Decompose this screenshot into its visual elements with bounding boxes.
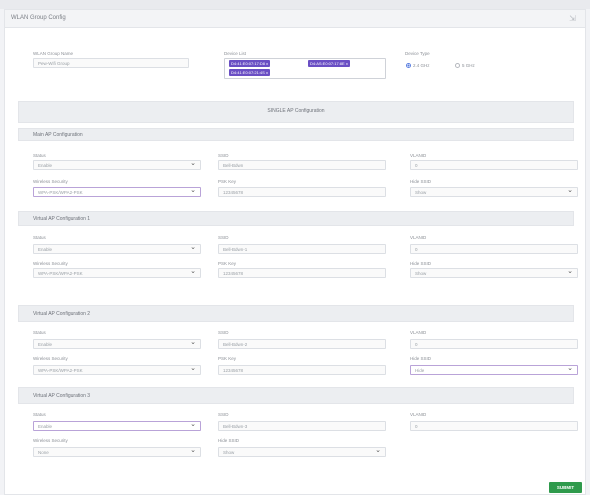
security-label: Wireless Security	[33, 438, 68, 443]
security-select[interactable]: WPA-PSK/WPA2-PSK	[33, 365, 201, 375]
radio-2-4ghz[interactable]	[406, 63, 411, 68]
group-name-input[interactable]: Pew-Wifi Group	[33, 58, 189, 68]
vlan-label: VLANID	[410, 153, 427, 158]
ssid-label: SSID	[218, 412, 229, 417]
hide-ssid-select[interactable]: Show	[218, 447, 386, 457]
hide-ssid-label: Hide SSID	[410, 261, 432, 266]
psk-label: PSK Key	[218, 356, 237, 361]
security-label: Wireless Security	[33, 261, 68, 266]
ssid-label: SSID	[218, 235, 229, 240]
security-select[interactable]: WPA-PSK/WPA2-PSK	[33, 268, 201, 278]
remove-chip-icon[interactable]: x	[266, 61, 268, 66]
status-label: Status	[33, 153, 46, 158]
ssid-label: SSID	[218, 153, 229, 158]
virtual-ap-1-band	[18, 211, 574, 226]
top-bar	[0, 0, 590, 9]
psk-label: PSK Key	[218, 179, 237, 184]
hide-ssid-label: Hide SSID	[218, 438, 240, 443]
security-select[interactable]: None	[33, 447, 201, 457]
vlan-label: VLANID	[410, 330, 427, 335]
single-ap-title: SINGLE AP Configuration	[267, 108, 325, 114]
hide-ssid-select[interactable]: Show	[410, 187, 578, 197]
submit-button[interactable]: SUBMIT	[549, 482, 582, 493]
virtual-ap-2-title: Virtual AP Configuration 2	[33, 311, 91, 317]
vlan-input[interactable]: 0	[410, 160, 578, 170]
vlan-label: VLANID	[410, 412, 427, 417]
main-ap-title: Main AP Configuration	[33, 132, 83, 138]
virtual-ap-3-band	[18, 387, 574, 404]
device-list-label: Device List	[224, 51, 247, 56]
status-label: Status	[33, 235, 46, 240]
hide-ssid-select[interactable]: Hide	[410, 365, 578, 375]
hide-ssid-label: Hide SSID	[410, 179, 432, 184]
group-name-label: WLAN Group Name	[33, 51, 74, 56]
ssid-input[interactable]: Bell-Bdwn-1	[218, 244, 386, 254]
vlan-input[interactable]: 0	[410, 339, 578, 349]
vlan-input[interactable]: 0	[410, 244, 578, 254]
radio-5ghz[interactable]	[455, 63, 460, 68]
security-label: Wireless Security	[33, 179, 68, 184]
security-select[interactable]: WPA-PSK/WPA2-PSK	[33, 187, 201, 197]
status-select[interactable]: Enable	[33, 421, 201, 431]
status-select[interactable]: Enable	[33, 339, 201, 349]
remove-chip-icon[interactable]: x	[346, 61, 348, 66]
ssid-input[interactable]: Bell-Bdwn	[218, 160, 386, 170]
hide-ssid-label: Hide SSID	[410, 356, 432, 361]
status-label: Status	[33, 412, 46, 417]
status-select[interactable]: Enable	[33, 160, 201, 170]
psk-input[interactable]: 12345678	[218, 187, 386, 197]
device-chip[interactable]: D4:41:E0:07:21:4S x	[229, 69, 270, 76]
page-title: WLAN Group Config	[11, 15, 66, 21]
virtual-ap-3-title: Virtual AP Configuration 3	[33, 393, 91, 399]
vlan-label: VLANID	[410, 235, 427, 240]
virtual-ap-1-title: Virtual AP Configuration 1	[33, 216, 91, 222]
device-chip[interactable]: D4:AS:E0:07:17:8E x	[308, 60, 350, 67]
remove-chip-icon[interactable]: x	[266, 70, 268, 75]
ssid-input[interactable]: Bell-Bdwn-3	[218, 421, 386, 431]
panel-header: WLAN Group Config ⇲	[5, 10, 585, 28]
device-chip[interactable]: D4:41:E0:07:17:D8 x	[229, 60, 271, 67]
status-label: Status	[33, 330, 46, 335]
main-ap-band	[18, 128, 574, 141]
psk-input[interactable]: 12345678	[218, 365, 386, 375]
security-label: Wireless Security	[33, 356, 68, 361]
psk-input[interactable]: 12345678	[218, 268, 386, 278]
radio-2-4ghz-label: 2.4 GHz	[413, 63, 430, 68]
ssid-input[interactable]: Bell-Bdwn-2	[218, 339, 386, 349]
vlan-input[interactable]: 0	[410, 421, 578, 431]
hide-ssid-select[interactable]: Show	[410, 268, 578, 278]
virtual-ap-2-band	[18, 305, 574, 322]
ssid-label: SSID	[218, 330, 229, 335]
expand-icon[interactable]: ⇲	[568, 14, 577, 23]
status-select[interactable]: Enable	[33, 244, 201, 254]
device-type-label: Device Type	[405, 51, 430, 56]
radio-5ghz-label: 5 GHz	[462, 63, 475, 68]
psk-label: PSK Key	[218, 261, 237, 266]
